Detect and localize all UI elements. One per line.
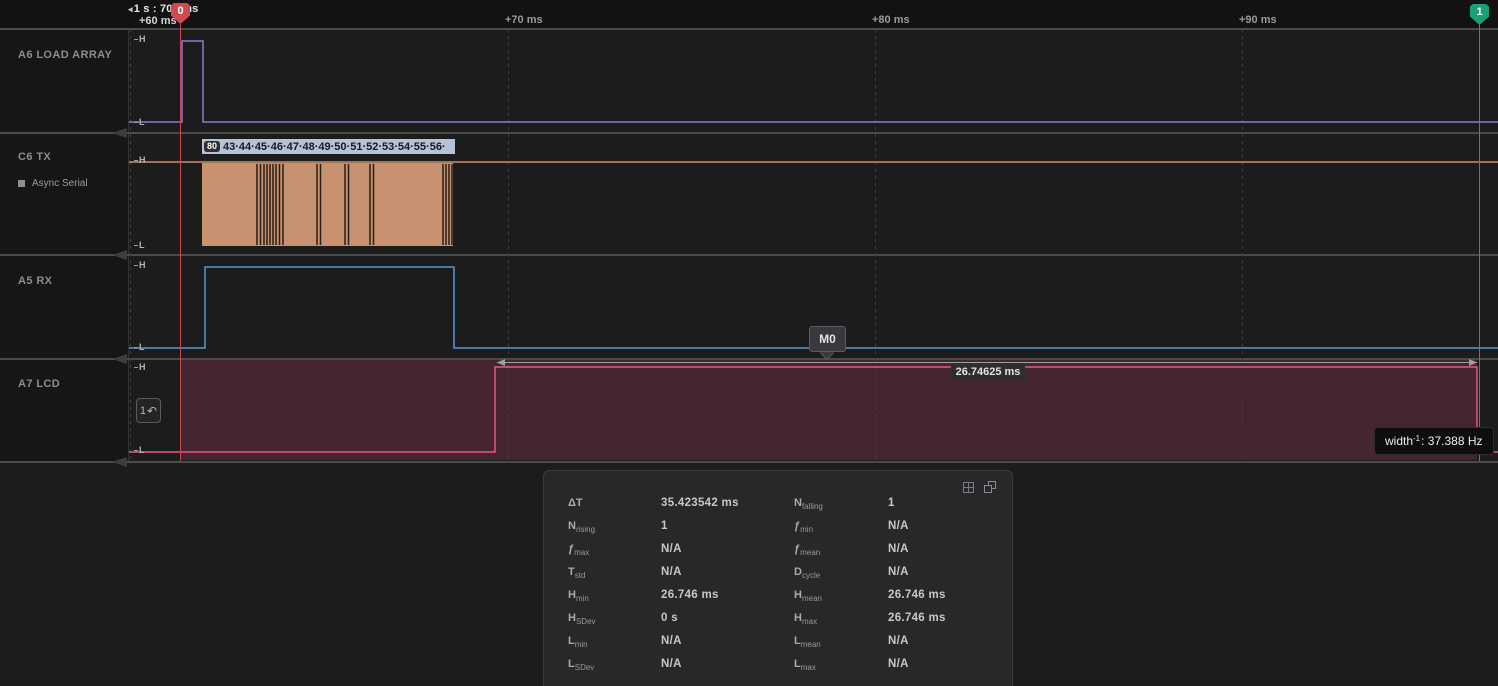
digital-waveform — [129, 41, 1498, 122]
measurement-label: Nrising — [568, 520, 595, 534]
scale-low-label: L — [134, 342, 145, 352]
analyzer-label[interactable]: Async Serial — [18, 178, 88, 189]
measurement-label: HSDev — [568, 612, 596, 626]
measurement-value: 26.746 ms — [661, 589, 719, 601]
measurement-value: 35.423542 ms — [661, 497, 739, 509]
scale-high-label: H — [134, 34, 146, 44]
measurement-value: N/A — [661, 566, 682, 578]
timeline-tick-origin: +60 ms — [139, 15, 177, 27]
measurement-label: Hmin — [568, 589, 589, 603]
scale-high-label: H — [134, 260, 146, 270]
measurement-value: 1 — [888, 497, 895, 509]
undo-arrow-icon: ↶ — [147, 404, 157, 418]
measurement-label: ΔT — [568, 497, 583, 511]
scale-low-label: L — [134, 445, 145, 455]
measurement-region-fill — [180, 360, 1477, 460]
measurement-label: Lmax — [794, 658, 816, 672]
measurement-value: N/A — [661, 658, 682, 670]
measurement-value: 26.746 ms — [888, 612, 946, 624]
serial-byte-values: 43·44·45·46·47·48·49·50·51·52·53·54·55·5… — [223, 141, 446, 153]
channel-label-c6-tx[interactable]: C6 TX — [18, 151, 51, 163]
timeline-tick: +90 ms — [1239, 14, 1277, 26]
logic-analyzer-capture-view: ◂1 s : 700 ms +60 ms +70 ms+80 ms+90 ms … — [0, 0, 1498, 686]
channel-label-a7-lcd[interactable]: A7 LCD — [18, 378, 60, 390]
width-frequency-tooltip: width-1: 37.388 Hz — [1374, 427, 1494, 455]
scale-low-label: L — [134, 117, 145, 127]
measurement-label: Lmin — [568, 635, 588, 649]
measurement-value: 0 s — [661, 612, 678, 624]
pulse-width-measurement-badge[interactable]: 26.74625 ms — [951, 363, 1025, 380]
scale-high-label: H — [134, 362, 146, 372]
measurement-value: 1 — [661, 520, 668, 532]
measurement-label: Lmean — [794, 635, 821, 649]
framing-byte-badge: 80 — [204, 141, 220, 152]
measurement-value: 26.746 ms — [888, 589, 946, 601]
timeline-tick: +80 ms — [872, 14, 910, 26]
measurement-value: N/A — [888, 543, 909, 555]
measurement-label: Hmax — [794, 612, 817, 626]
scale-high-label: H — [134, 155, 146, 165]
scale-low-label: L — [134, 240, 145, 250]
left-arrow-icon: ◂ — [128, 4, 133, 14]
jump-to-edge-button[interactable]: 1 ↶ — [136, 398, 161, 423]
channel-label-a5-rx[interactable]: A5 RX — [18, 275, 52, 287]
analyzer-bullet-icon — [18, 180, 25, 187]
measurement-label: Dcycle — [794, 566, 820, 580]
measurement-value: N/A — [888, 635, 909, 647]
measurement-value: N/A — [888, 658, 909, 670]
measurement-label: ƒmin — [794, 520, 813, 534]
measurement-value: N/A — [888, 520, 909, 532]
add-to-table-icon[interactable] — [963, 482, 974, 493]
measurement-label: ƒmean — [794, 543, 820, 557]
measurement-value: N/A — [661, 635, 682, 647]
measurement-label: Tstd — [568, 566, 585, 580]
serial-burst-block — [202, 163, 453, 246]
channel-label-a6-load-array[interactable]: A6 LOAD ARRAY — [18, 49, 112, 61]
measurement-label: Nfalling — [794, 497, 823, 511]
measurement-value: N/A — [888, 566, 909, 578]
async-serial-annotation-bar: 80 43·44·45·46·47·48·49·50·51·52·53·54·5… — [202, 139, 455, 154]
m0-marker-tag[interactable]: M0 — [809, 326, 846, 352]
measurement-value: N/A — [661, 543, 682, 555]
measurement-label: LSDev — [568, 658, 594, 672]
measurement-label: Hmean — [794, 589, 822, 603]
measurement-details-panel: ΔT 35.423542 ms Nfalling 1 Nrising 1 ƒmin N/A ƒm… — [543, 470, 1013, 686]
timeline-tick: +70 ms — [505, 14, 543, 26]
copy-icon[interactable] — [984, 481, 997, 494]
measurement-label: ƒmax — [568, 543, 589, 557]
